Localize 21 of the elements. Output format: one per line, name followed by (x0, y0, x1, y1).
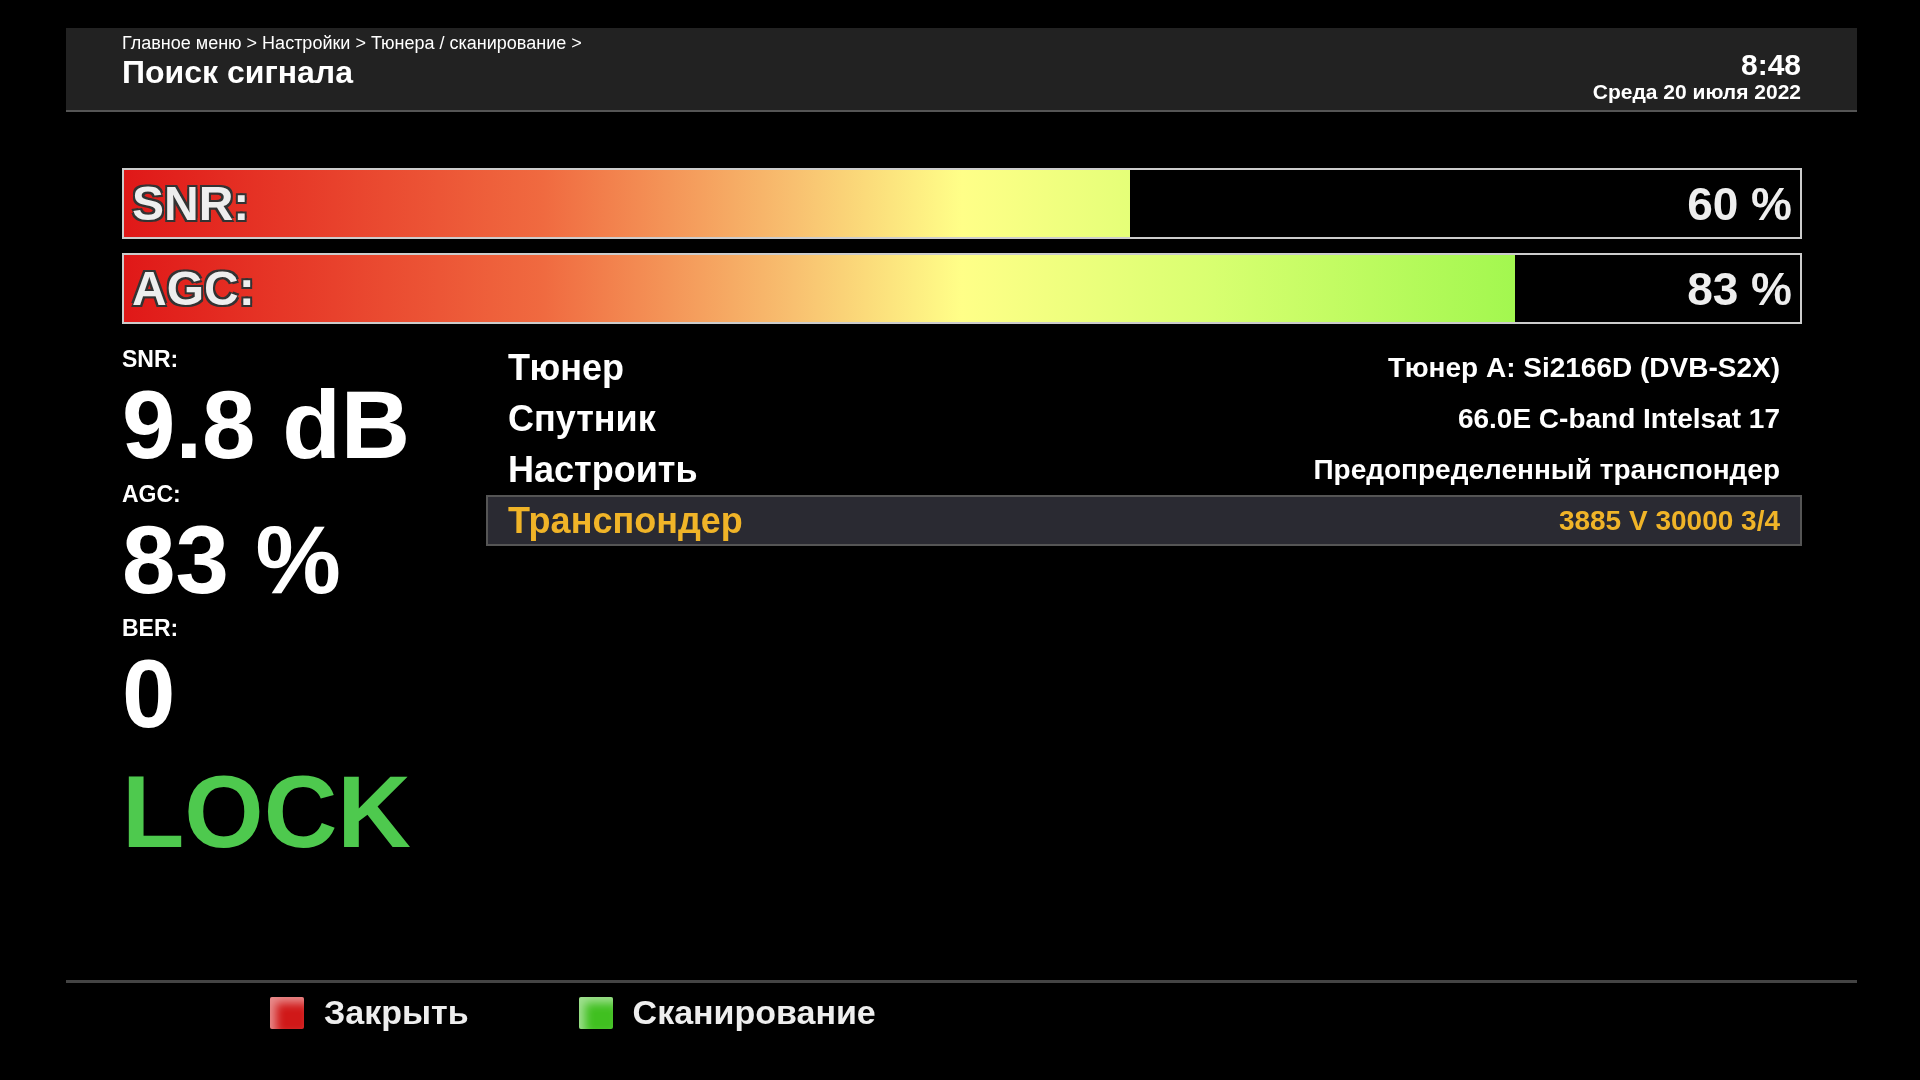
page-title: Поиск сигнала (122, 54, 355, 91)
stat-label: SNR: (122, 346, 180, 373)
meter-reading: 60 % (1687, 176, 1792, 231)
stat-label: BER: (122, 615, 180, 643)
settings-row[interactable]: Спутник 66.0E C-band Intelsat 17 (486, 393, 1802, 444)
footer-action[interactable]: Закрыть (324, 993, 469, 1032)
clock-time: 8:48 (1740, 50, 1801, 80)
meter-label: SNR: (132, 176, 250, 231)
stat-label: AGC: (122, 480, 182, 508)
meter-label: AGC: (132, 261, 255, 316)
stat-value: 9.8 dB (122, 373, 412, 477)
settings-row[interactable]: Тюнер Тюнер A: Si2166D (DVB-S2X) (486, 342, 1802, 393)
footer-action[interactable]: Сканирование (632, 993, 876, 1032)
stat-value: 83 % (122, 507, 342, 612)
meter-reading: 83 % (1687, 261, 1792, 316)
breadcrumb: Главное меню > Настройки > Тюнера / сканирование > (122, 33, 582, 54)
settings-row[interactable]: Настроить Предопределенный транспондер (486, 444, 1802, 495)
settings-row[interactable]: Транспондер 3885 V 30000 3/4 (486, 495, 1802, 546)
date-text: Среда 20 июля 2022 (1592, 80, 1801, 104)
stat-value: 0 (122, 642, 177, 746)
lock-status: LOCK (122, 756, 412, 869)
